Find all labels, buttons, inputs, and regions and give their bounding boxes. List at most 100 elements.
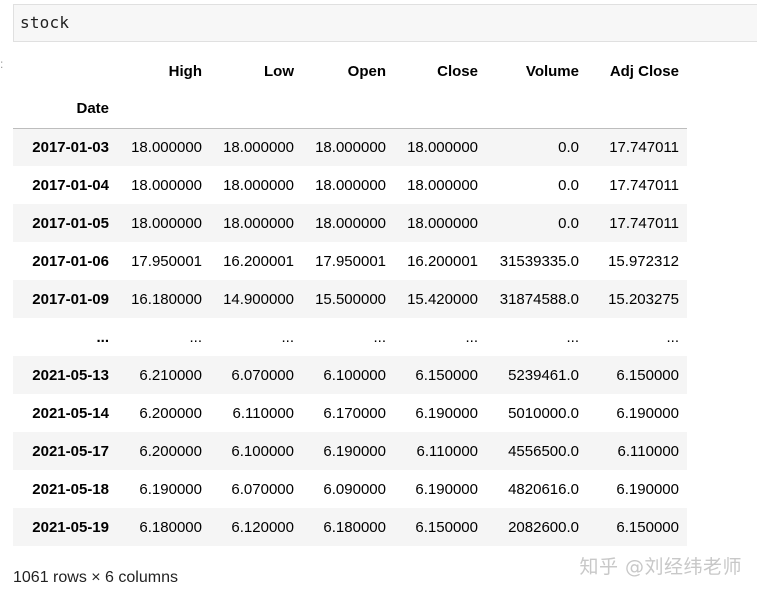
row-index: 2017-01-05 [32,214,109,232]
table-cell: 6.150000 [616,366,679,384]
table-cell: 6.210000 [139,366,202,384]
code-cell-input[interactable]: stock [13,4,757,42]
table-row: ..................... [13,318,687,356]
row-index: ... [96,328,109,346]
table-cell: 18.000000 [315,176,386,194]
row-index: 2021-05-13 [32,366,109,384]
column-header-row: High Low Open Close Volume Adj Close [13,52,687,90]
table-cell: 4556500.0 [508,442,579,460]
index-name-header: Date [76,100,109,118]
table-cell: 15.203275 [608,290,679,308]
row-index: 2017-01-06 [32,252,109,270]
empty-header-cell [486,90,587,128]
table-cell: ... [566,328,579,346]
table-row: 2017-01-03 18.000000 18.000000 18.000000 18.… [13,128,687,166]
table-row: 2017-01-06 17.950001 16.200001 17.950001 16.… [13,242,687,280]
index-name-row: Date [13,90,687,128]
dataframe-body: 2017-01-03 18.000000 18.000000 18.000000 18.… [13,128,687,546]
table-cell: 18.000000 [223,214,294,232]
table-cell: 6.070000 [231,366,294,384]
table-cell: 5010000.0 [508,404,579,422]
table-cell: 6.180000 [139,518,202,536]
table-cell: 18.000000 [223,176,294,194]
table-cell: 6.150000 [616,518,679,536]
table-cell: 16.200001 [407,252,478,270]
table-cell: 18.000000 [315,138,386,156]
table-cell: 6.170000 [323,404,386,422]
dataframe-output: High Low Open Close Volume Adj Close Dat… [13,52,687,546]
row-index: 2021-05-18 [32,480,109,498]
table-cell: ... [281,328,294,346]
notebook-page: : stock High Low Open Close Volume Adj C… [0,0,758,596]
table-cell: 15.500000 [315,290,386,308]
table-cell: 17.747011 [609,138,679,156]
table-row: 2017-01-05 18.000000 18.000000 18.000000 18.… [13,204,687,242]
table-cell: ... [189,328,202,346]
row-index: 2017-01-09 [32,290,109,308]
row-index: 2021-05-14 [32,404,109,422]
table-cell: 6.100000 [231,442,294,460]
cell-gutter-marker: : [0,57,4,71]
corner-header [13,52,117,90]
table-cell: 31539335.0 [499,252,579,270]
table-cell: 18.000000 [407,176,478,194]
table-cell: 14.900000 [223,290,294,308]
table-cell: 6.190000 [139,480,202,498]
table-row: 2017-01-09 16.180000 14.900000 15.500000 15.… [13,280,687,318]
row-index: 2021-05-19 [32,518,109,536]
table-cell: 6.070000 [231,480,294,498]
table-cell: 17.950001 [315,252,386,270]
table-cell: 6.100000 [323,366,386,384]
table-cell: 17.747011 [609,214,679,232]
row-index: 2021-05-17 [32,442,109,460]
table-cell: 0.0 [558,214,579,232]
code-text[interactable]: stock [20,13,69,32]
empty-header-cell [302,90,394,128]
table-cell: 2082600.0 [508,518,579,536]
table-cell: 18.000000 [131,138,202,156]
watermark: 知乎 @刘经纬老师 [579,556,742,578]
table-cell: 6.190000 [616,404,679,422]
table-row: 2021-05-18 6.190000 6.070000 6.090000 6.1900… [13,470,687,508]
table-cell: 18.000000 [315,214,386,232]
table-cell: ... [465,328,478,346]
empty-header-cell [587,90,687,128]
row-index: 2017-01-03 [32,138,109,156]
table-cell: 6.110000 [232,404,294,422]
column-header: High [168,62,202,80]
table-cell: 17.747011 [609,176,679,194]
table-cell: 6.200000 [139,442,202,460]
column-header: Adj Close [609,62,679,80]
table-cell: 18.000000 [131,214,202,232]
table-cell: 6.190000 [616,480,679,498]
table-cell: 16.180000 [131,290,202,308]
table-row: 2021-05-13 6.210000 6.070000 6.100000 6.1500… [13,356,687,394]
table-row: 2021-05-14 6.200000 6.110000 6.170000 6.1900… [13,394,687,432]
table-cell: 6.090000 [323,480,386,498]
column-header: Low [264,62,294,80]
table-cell: 18.000000 [223,138,294,156]
table-cell: 18.000000 [131,176,202,194]
table-row: 2021-05-19 6.180000 6.120000 6.180000 6.1500… [13,508,687,546]
table-cell: 16.200001 [223,252,294,270]
table-cell: 6.120000 [231,518,294,536]
table-row: 2017-01-04 18.000000 18.000000 18.000000 18.… [13,166,687,204]
table-cell: 0.0 [558,138,579,156]
table-cell: 6.200000 [139,404,202,422]
empty-header-cell [394,90,486,128]
table-cell: 6.150000 [415,366,478,384]
empty-header-cell [117,90,210,128]
table-cell: 6.180000 [323,518,386,536]
table-cell: 6.190000 [415,480,478,498]
row-index: 2017-01-04 [32,176,109,194]
table-cell: 6.190000 [323,442,386,460]
table-cell: 0.0 [558,176,579,194]
column-header: Close [437,62,478,80]
table-cell: 6.190000 [415,404,478,422]
table-cell: 17.950001 [131,252,202,270]
table-cell: 15.420000 [407,290,478,308]
table-cell: 31874588.0 [499,290,579,308]
empty-header-cell [210,90,302,128]
table-cell: 4820616.0 [508,480,579,498]
table-cell: 6.110000 [617,442,679,460]
